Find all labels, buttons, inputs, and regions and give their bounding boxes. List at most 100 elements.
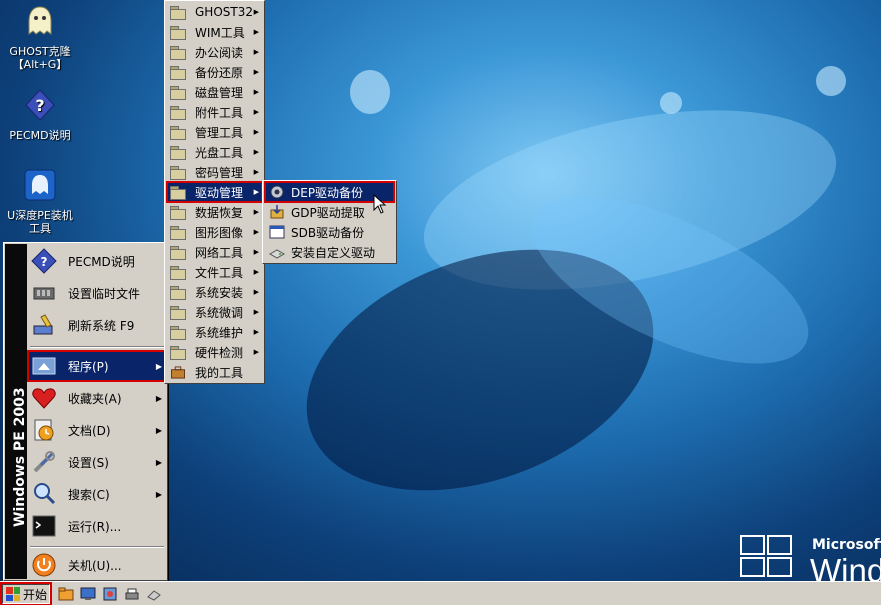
program-item-disc-tools[interactable]: 光盘工具 ▶ bbox=[167, 142, 262, 162]
program-item-my-tools[interactable]: 我的工具 bbox=[167, 362, 262, 382]
submenu-arrow-icon: ▶ bbox=[253, 28, 259, 36]
start-item-favorites[interactable]: 收藏夹(A) ▶ bbox=[28, 383, 166, 413]
help-icon: ? bbox=[31, 248, 57, 274]
driver-submenu: DEP驱动备份 GDP驱动提取 SDB驱动备份 安装自定义驱动 bbox=[262, 180, 397, 264]
start-item-search[interactable]: 搜索(C) ▶ bbox=[28, 479, 166, 509]
driver-item-install-custom[interactable]: 安装自定义驱动 bbox=[265, 242, 394, 262]
mouse-cursor-icon bbox=[373, 194, 387, 214]
program-item-label: WIM工具 bbox=[195, 25, 245, 40]
quicklaunch-network-icon[interactable] bbox=[102, 586, 118, 602]
extract-icon bbox=[270, 205, 284, 219]
submenu-arrow-icon: ▶ bbox=[155, 425, 162, 435]
documents-icon bbox=[34, 419, 54, 441]
refresh-broom-icon bbox=[33, 314, 53, 335]
driver-item-label: SDB驱动备份 bbox=[291, 225, 365, 240]
window-backup-icon bbox=[269, 225, 285, 239]
submenu-arrow-icon: ▶ bbox=[253, 228, 259, 236]
submenu-arrow-icon: ▶ bbox=[155, 457, 162, 467]
submenu-arrow-icon: ▶ bbox=[253, 308, 259, 316]
start-menu-separator bbox=[30, 546, 164, 548]
start-item-label: 程序(P) bbox=[68, 359, 109, 374]
ghost-icon bbox=[28, 6, 52, 35]
start-item-label: 搜索(C) bbox=[68, 487, 110, 502]
start-item-label: 文档(D) bbox=[68, 423, 111, 438]
submenu-arrow-icon: ▶ bbox=[253, 8, 259, 16]
program-item-driver-management[interactable]: 驱动管理 ▶ bbox=[166, 181, 263, 203]
program-item-label: 密码管理 bbox=[195, 165, 244, 180]
search-icon bbox=[34, 483, 56, 505]
program-item-label: 文件工具 bbox=[195, 265, 244, 280]
program-item-network-tools[interactable]: 网络工具 ▶ bbox=[167, 242, 262, 262]
folder-icon bbox=[170, 45, 186, 60]
settings-tools-icon bbox=[33, 451, 55, 473]
start-item-pecmd-help[interactable]: ? PECMD说明 bbox=[28, 246, 166, 276]
start-item-label: 刷新系统 F9 bbox=[68, 318, 135, 333]
program-item-system-install[interactable]: 系统安装 ▶ bbox=[167, 282, 262, 302]
programs-submenu: GHOST32 ▶ WIM工具 ▶ 办公阅读 ▶ 备份还原 ▶ 磁盘管理 ▶ 附件工具 ▶ … bbox=[164, 0, 265, 384]
start-item-settings[interactable]: 设置(S) ▶ bbox=[28, 447, 166, 477]
taskbar: 开始 bbox=[0, 581, 881, 605]
brand-microsoft: Microsoft® bbox=[812, 537, 881, 553]
installer-icon bbox=[24, 169, 56, 201]
folder-icon bbox=[170, 345, 186, 360]
program-item-label: 系统微调 bbox=[195, 305, 244, 320]
start-item-shutdown[interactable]: 关机(U)... bbox=[28, 550, 166, 580]
program-item-label: 数据恢复 bbox=[195, 205, 244, 220]
program-item-data-recovery[interactable]: 数据恢复 ▶ bbox=[167, 202, 262, 222]
program-item-label: 管理工具 bbox=[195, 125, 244, 140]
submenu-arrow-icon: ▶ bbox=[155, 489, 162, 499]
folder-icon bbox=[170, 285, 186, 300]
quicklaunch-folder-icon[interactable] bbox=[58, 586, 74, 602]
quicklaunch-printer-icon[interactable] bbox=[124, 586, 140, 602]
program-item-label: 磁盘管理 bbox=[195, 85, 244, 100]
desktop-icon-ghost[interactable]: GHOST克隆 【Alt+G】 bbox=[0, 4, 80, 71]
brand-windows: Wind bbox=[810, 552, 881, 581]
folder-icon bbox=[170, 105, 186, 120]
start-item-run[interactable]: 运行(R)... bbox=[28, 511, 166, 541]
start-button[interactable]: 开始 bbox=[0, 582, 52, 605]
program-item-graphics[interactable]: 图形图像 ▶ bbox=[167, 222, 262, 242]
driver-item-sdb-backup[interactable]: SDB驱动备份 bbox=[265, 222, 394, 242]
start-button-label: 开始 bbox=[23, 587, 48, 602]
programs-icon bbox=[32, 357, 56, 375]
program-item-admin-tools[interactable]: 管理工具 ▶ bbox=[167, 122, 262, 142]
program-item-disk-management[interactable]: 磁盘管理 ▶ bbox=[167, 82, 262, 102]
program-item-system-tweak[interactable]: 系统微调 ▶ bbox=[167, 302, 262, 322]
start-item-documents[interactable]: 文档(D) ▶ bbox=[28, 415, 166, 445]
program-item-backup-restore[interactable]: 备份还原 ▶ bbox=[167, 62, 262, 82]
drive-install-icon bbox=[269, 249, 285, 259]
desktop-icon-pecmd[interactable]: ? PECMD说明 bbox=[0, 88, 80, 142]
start-item-label: PECMD说明 bbox=[68, 254, 135, 269]
submenu-arrow-icon: ▶ bbox=[253, 148, 259, 156]
quicklaunch-desktop-icon[interactable] bbox=[80, 586, 96, 602]
program-item-office-reading[interactable]: 办公阅读 ▶ bbox=[167, 42, 262, 62]
program-item-system-maintenance[interactable]: 系统维护 ▶ bbox=[167, 322, 262, 342]
start-item-label: 设置(S) bbox=[68, 455, 109, 470]
start-menu-side-band: Windows PE 2003 bbox=[5, 244, 28, 579]
desktop-icon-installer[interactable]: U深度PE装机 工具 bbox=[0, 168, 80, 235]
program-item-label: 我的工具 bbox=[195, 365, 244, 380]
folder-icon bbox=[170, 145, 186, 160]
program-item-accessories[interactable]: 附件工具 ▶ bbox=[167, 102, 262, 122]
program-item-ghost32[interactable]: GHOST32 ▶ bbox=[167, 2, 262, 22]
program-item-hardware-detect[interactable]: 硬件检测 ▶ bbox=[167, 342, 262, 362]
start-item-label: 设置临时文件 bbox=[68, 286, 141, 301]
program-item-label: 办公阅读 bbox=[195, 45, 244, 60]
program-item-password-management[interactable]: 密码管理 ▶ bbox=[167, 162, 262, 182]
start-item-temp-files[interactable]: 设置临时文件 bbox=[28, 278, 166, 308]
folder-icon bbox=[170, 5, 186, 20]
start-item-programs[interactable]: 程序(P) ▶ bbox=[27, 350, 167, 382]
program-item-label: 系统安装 bbox=[195, 285, 244, 300]
submenu-arrow-icon: ▶ bbox=[253, 168, 259, 176]
program-item-label: 硬件检测 bbox=[195, 345, 244, 360]
quicklaunch-eraser-icon[interactable] bbox=[146, 586, 162, 602]
shutdown-icon bbox=[32, 553, 56, 577]
submenu-arrow-icon: ▶ bbox=[155, 393, 162, 403]
program-item-label: 附件工具 bbox=[195, 105, 244, 120]
svg-text:?: ? bbox=[41, 255, 48, 269]
desktop-icon-sublabel: 工具 bbox=[29, 222, 51, 235]
program-item-wim-tools[interactable]: WIM工具 ▶ bbox=[167, 22, 262, 42]
desktop-icon-label: U深度PE装机 bbox=[7, 209, 73, 222]
start-item-refresh[interactable]: 刷新系统 F9 bbox=[28, 310, 166, 340]
program-item-file-tools[interactable]: 文件工具 ▶ bbox=[167, 262, 262, 282]
